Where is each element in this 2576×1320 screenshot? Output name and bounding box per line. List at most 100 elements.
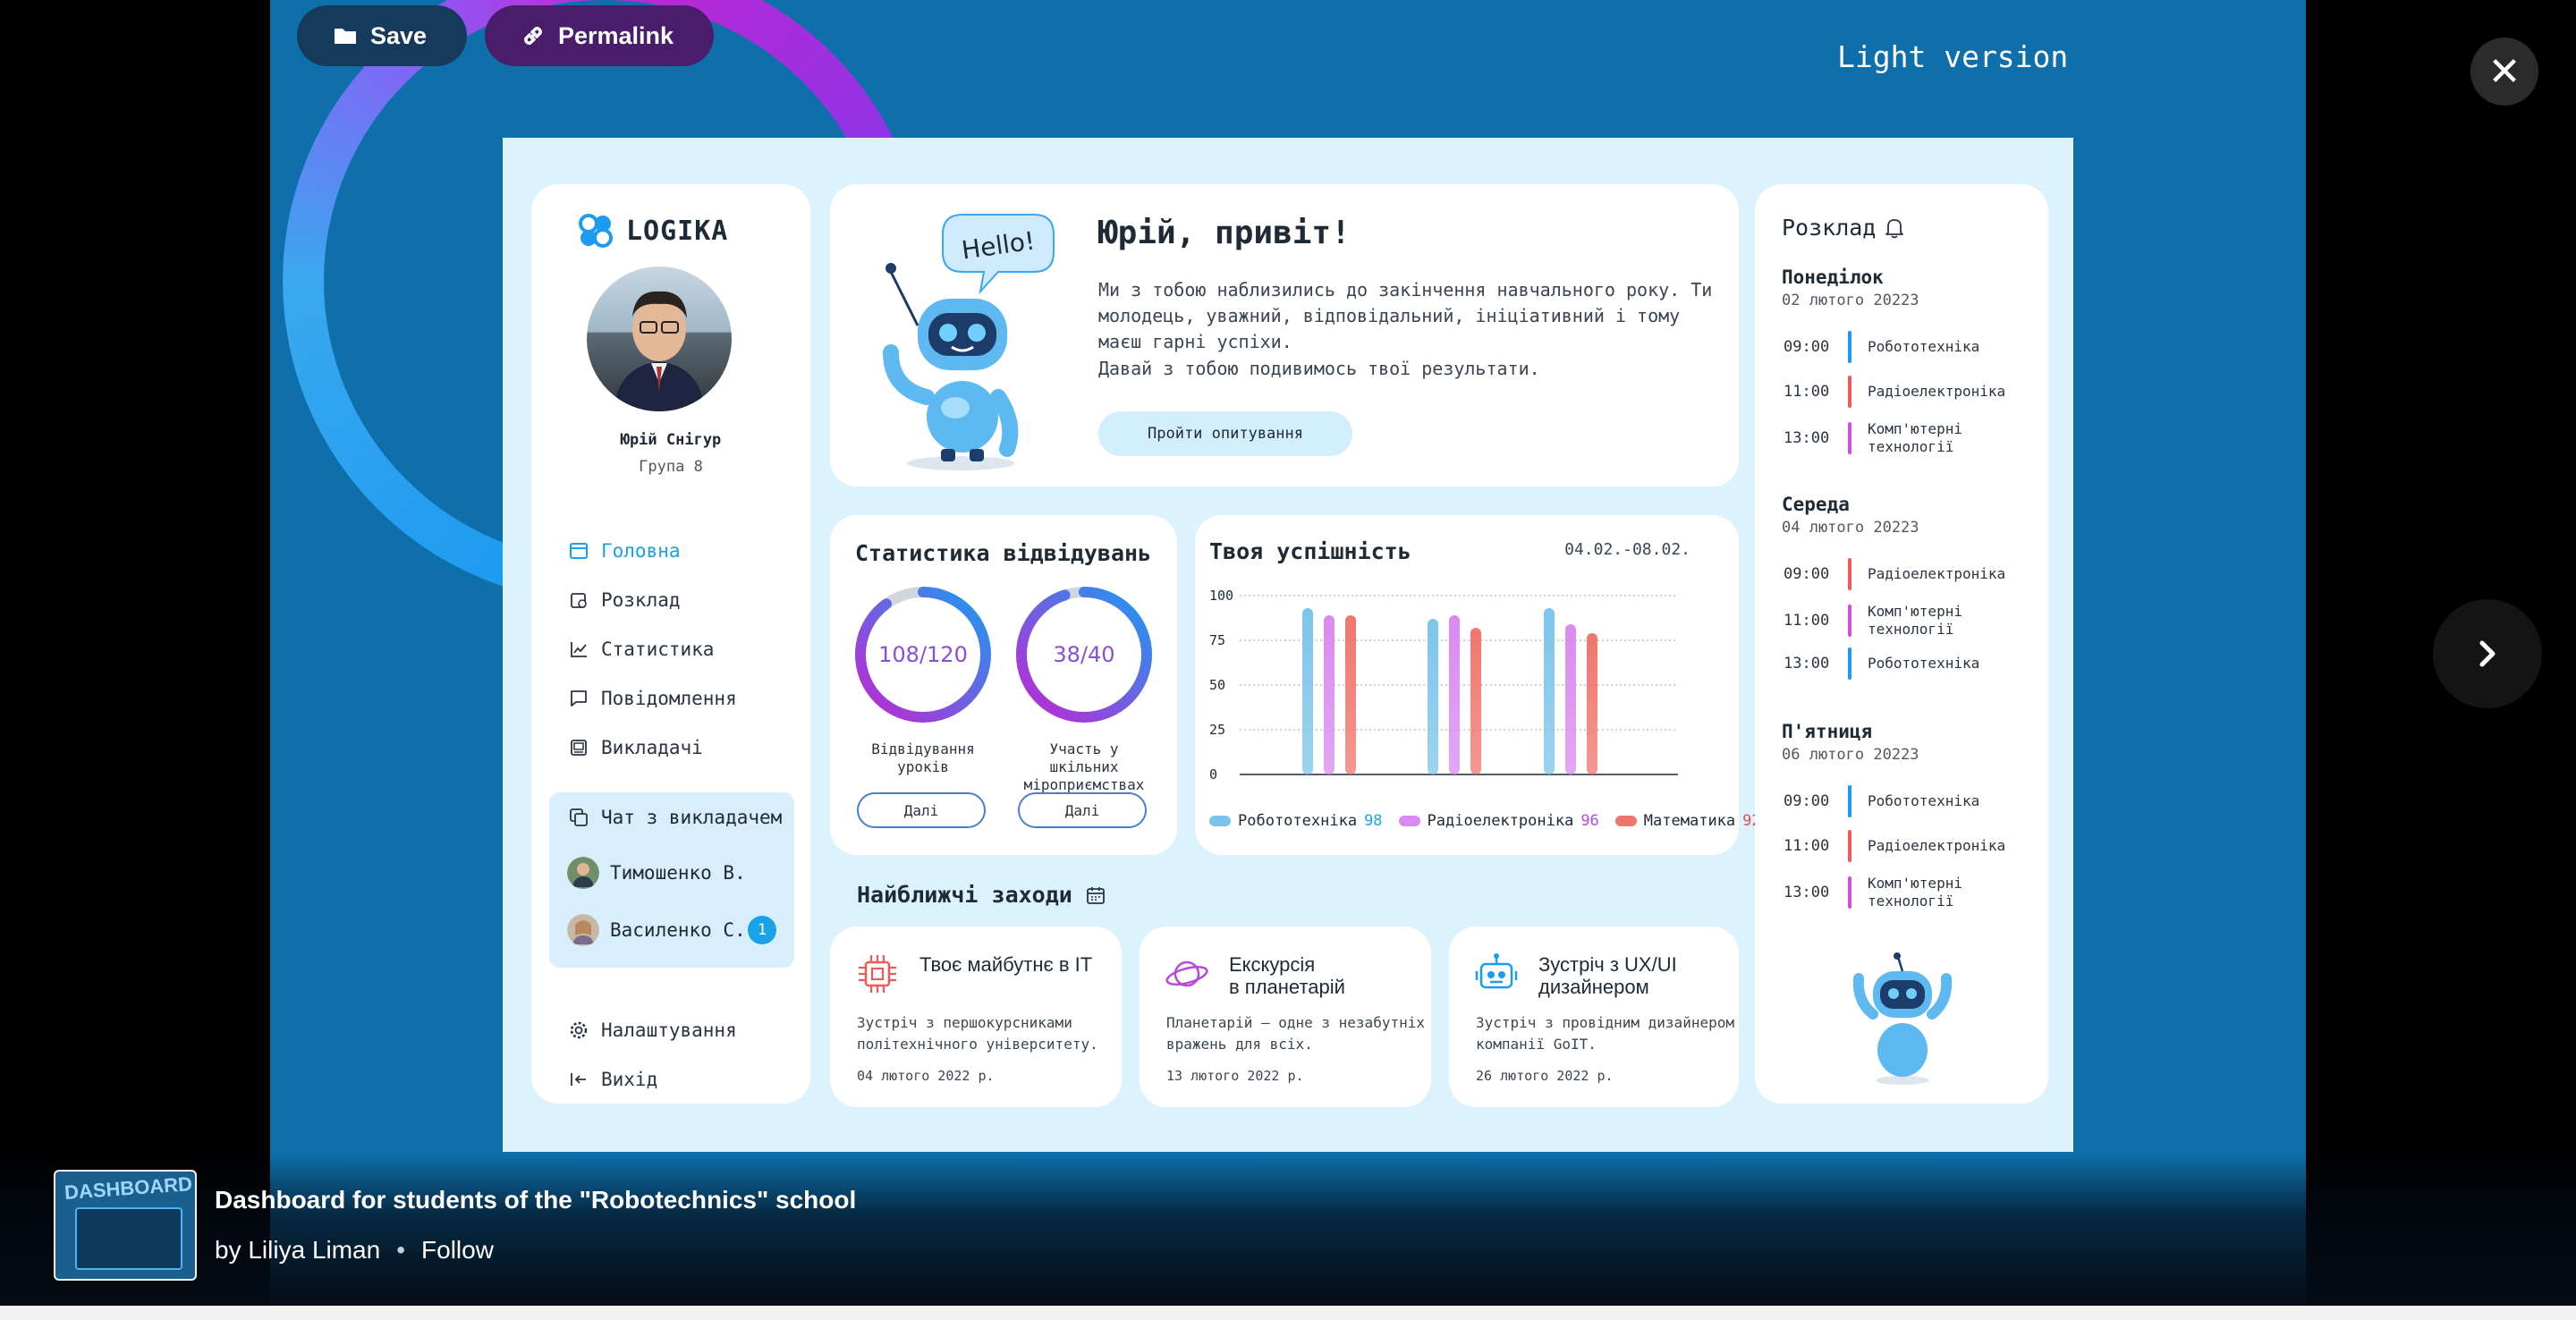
lesson-color-bar — [1848, 785, 1852, 817]
calendar-icon — [1086, 886, 1105, 904]
event-card[interactable]: Екскурсія в планетарій Планетарій – одне… — [1140, 927, 1431, 1107]
bar — [1544, 608, 1555, 774]
event-card[interactable]: Твоє майбутнє в IT Зустріч з першокурсни… — [830, 927, 1122, 1107]
events-title: Найближчі заходи — [857, 882, 1106, 908]
lesson[interactable]: 09:00 Радіоелектроніка — [1784, 558, 2006, 590]
chat-icon — [570, 808, 588, 826]
chat-header[interactable]: Чат з викладачем — [569, 807, 782, 828]
nav-label: Статистика — [601, 638, 715, 660]
calendar-icon — [571, 592, 587, 608]
thumbnail-title: DASHBOARD — [64, 1172, 193, 1204]
bar — [1324, 615, 1335, 774]
success-chart-card: Твоя успішність 04.02.-08.02. 0 25 50 75 100… — [1195, 515, 1761, 855]
lesson-name: Комп'ютерні технології — [1868, 420, 1962, 455]
logo-text: LOGIKA — [626, 215, 729, 247]
legend-value: 96 — [1580, 812, 1599, 830]
nav-item-teachers[interactable]: Викладачі — [569, 723, 737, 772]
event-title: Екскурсія в планетарій — [1229, 953, 1345, 998]
lesson-name: Робототехніка — [1868, 655, 1980, 672]
day-name: Середа — [1782, 494, 1850, 515]
bell-icon[interactable] — [1885, 217, 1904, 239]
save-button[interactable]: Save — [297, 5, 467, 66]
message-icon — [571, 690, 587, 707]
lesson[interactable]: 13:00 Робототехніка — [1784, 647, 1984, 680]
nav-label: Налаштування — [601, 1019, 737, 1041]
y-tick-label: 0 — [1209, 766, 1217, 783]
bar — [1449, 615, 1460, 774]
planet-icon — [1165, 960, 1208, 987]
lesson-time: 09:00 — [1784, 565, 1830, 583]
dashboard-mockup: LOGIKA Юрій Снігур Група 8 Головна Розкл… — [503, 138, 2073, 1152]
save-label: Save — [370, 21, 428, 49]
donut-caption: Участь у шкільних міроприємствах — [1023, 740, 1145, 793]
chip-icon — [859, 955, 896, 993]
event-date: 26 лютого 2022 р. — [1476, 1068, 1614, 1084]
lesson[interactable]: 09:00 Робототехніка — [1784, 785, 1984, 817]
y-tick-label: 100 — [1209, 588, 1233, 604]
legend-label: Робототехніка — [1238, 812, 1358, 830]
shot-thumbnail[interactable]: DASHBOARD — [54, 1170, 197, 1281]
nav-item-messages[interactable]: Повідомлення — [569, 673, 737, 723]
nav-label: Викладачі — [601, 736, 703, 758]
author-link[interactable]: by Liliya Liman — [215, 1236, 380, 1265]
attendance-donut-lessons: 108/120 — [855, 587, 991, 723]
lesson-color-bar — [1848, 376, 1852, 408]
bar — [1302, 608, 1313, 774]
user-name: Юрій Снігур — [620, 431, 722, 449]
attendance-title: Статистика відвідувань — [855, 540, 1152, 566]
chat-contact[interactable]: Тимошенко В. — [567, 857, 746, 889]
unread-badge: 1 — [748, 916, 776, 944]
take-survey-button[interactable]: Пройти опитування — [1098, 411, 1352, 456]
lesson-time: 09:00 — [1784, 792, 1830, 810]
lesson[interactable]: 09:00 Робототехніка — [1784, 331, 1984, 363]
event-date: 13 лютого 2022 р. — [1166, 1068, 1304, 1084]
event-card[interactable]: Зустріч з UX/UI дизайнером Зустріч з про… — [1449, 927, 1739, 1107]
light-version-link[interactable]: Light version — [1837, 39, 2068, 74]
lesson-name: Комп'ютерні технології — [1868, 875, 1962, 910]
follow-button[interactable]: Follow — [421, 1236, 494, 1265]
more-button[interactable]: Далі — [857, 792, 986, 828]
greeting-card: Hello! Юрій, привіт! Ми з тобою наблизил… — [830, 184, 1739, 487]
more-button[interactable]: Далі — [1018, 792, 1147, 828]
lesson-time: 13:00 — [1784, 655, 1830, 673]
event-description: Зустріч з першокурсниками політехнічного… — [857, 1014, 1098, 1053]
schedule-day: П'ятниця 06 лютого 20223 — [1782, 721, 1919, 764]
greeting-title: Юрій, привіт! — [1098, 215, 1351, 251]
schedule-title-text: Розклад — [1782, 215, 1877, 241]
lesson[interactable]: 13:00 Комп'ютерні технології — [1784, 420, 1984, 456]
legend-swatch — [1614, 816, 1637, 826]
lesson-time: 11:00 — [1784, 383, 1830, 401]
nav-item-logout[interactable]: Вихід — [569, 1054, 737, 1104]
lesson[interactable]: 13:00 Комп'ютерні технології — [1784, 875, 1984, 910]
nav-item-statistics[interactable]: Статистика — [569, 624, 737, 673]
lesson[interactable]: 11:00 Радіоелектроніка — [1784, 830, 2005, 862]
bar — [1470, 628, 1481, 774]
lesson-color-bar — [1848, 331, 1852, 363]
event-title: Твоє майбутнє в IT — [919, 953, 1093, 976]
nav-item-home[interactable]: Головна — [569, 526, 737, 575]
avatar — [587, 267, 732, 411]
nav-item-schedule[interactable]: Розклад — [569, 575, 737, 624]
success-bar-chart: 0 25 50 75 100 — [1209, 588, 1678, 783]
schedule-panel: Розклад Понеділок 02 лютого 20223 09:00 Р… — [1755, 184, 2048, 1104]
day-date: 04 лютого 20223 — [1782, 519, 1919, 537]
bar — [1345, 615, 1356, 774]
nav-label: Вихід — [601, 1068, 658, 1090]
chart-legend: Робототехніка 98 Радіоелектроніка 96 Мат… — [1209, 812, 1761, 830]
lesson-color-bar — [1848, 647, 1852, 680]
lesson-name: Радіоелектроніка — [1868, 565, 2006, 582]
teacher-chat-panel: Чат з викладачем Тимошенко В. Василенко … — [549, 792, 794, 968]
chat-contact[interactable]: Василенко С. — [567, 914, 746, 946]
lesson[interactable]: 11:00 Радіоелектроніка — [1784, 376, 2005, 408]
permalink-button[interactable]: Permalink — [485, 5, 714, 66]
close-button[interactable]: ✕ — [2470, 38, 2538, 106]
next-button[interactable] — [2433, 599, 2542, 708]
chevron-right-icon — [2479, 640, 2496, 667]
close-icon: ✕ — [2487, 48, 2521, 95]
greeting-text-secondary: Давай з тобою подивимось твої результати… — [1098, 358, 1540, 379]
nav-label: Головна — [601, 539, 681, 562]
donut-value: 108/120 — [878, 642, 968, 667]
nav-item-settings[interactable]: Налаштування — [569, 1005, 737, 1054]
attendance-donut-events: 38/40 — [1016, 587, 1152, 723]
lesson[interactable]: 11:00 Комп'ютерні технології — [1784, 603, 1984, 639]
